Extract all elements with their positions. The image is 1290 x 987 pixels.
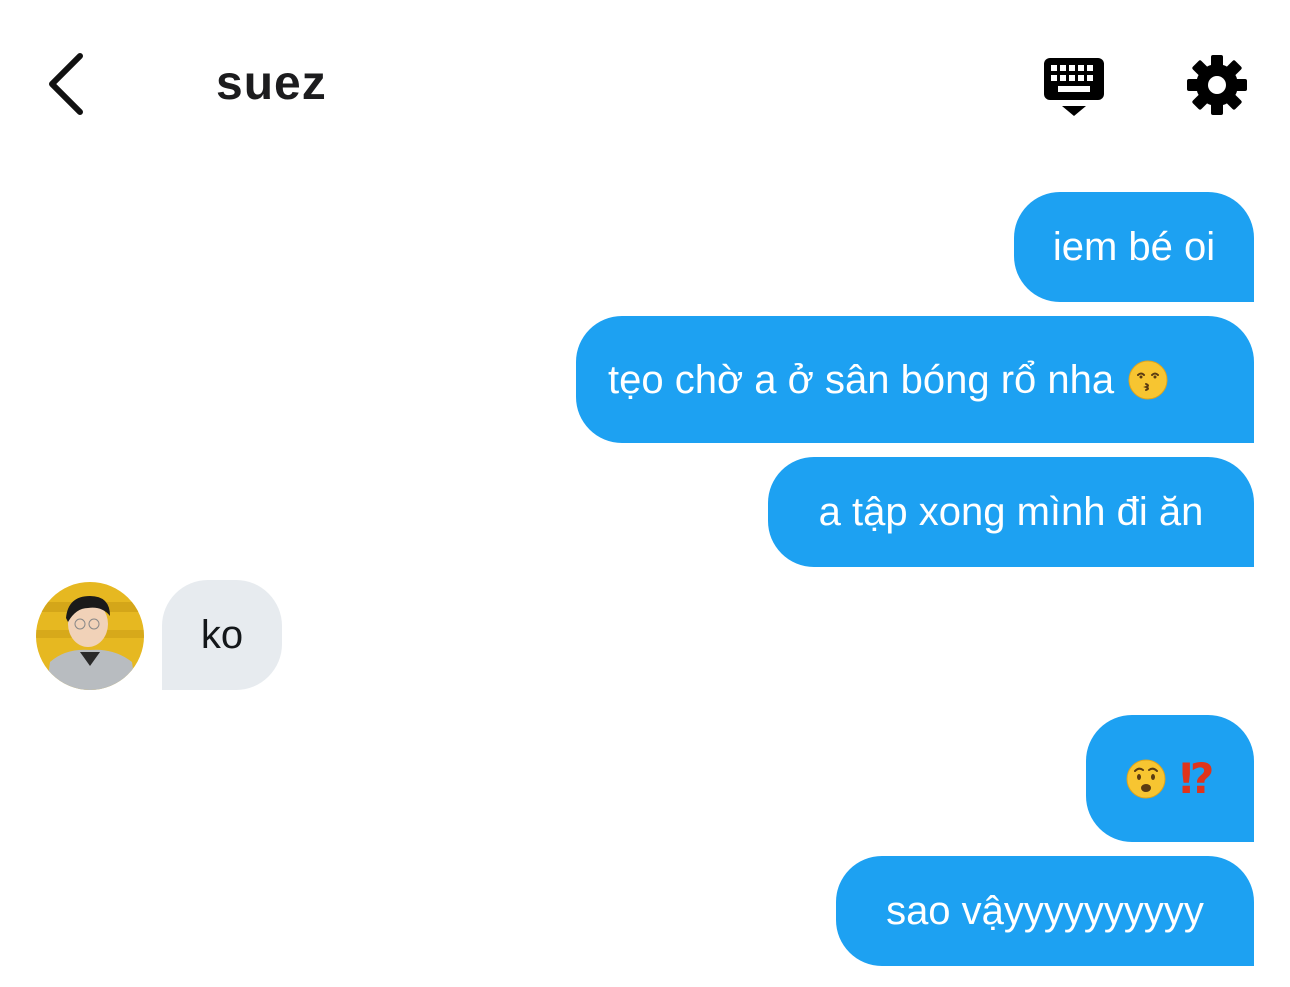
message-text: ko — [200, 613, 244, 657]
message-text: a tập xong mình đi ăn — [818, 490, 1204, 534]
keyboard-toggle-button[interactable] — [1040, 54, 1108, 120]
contact-avatar[interactable] — [36, 582, 144, 690]
settings-button[interactable] — [1186, 54, 1248, 116]
message-bubble-outgoing[interactable]: tẹo chờ a ở sân bóng rổ nha — [576, 316, 1254, 443]
avatar-photo — [36, 582, 144, 690]
chevron-left-icon — [49, 53, 83, 115]
message-text: tẹo chờ a ở sân bóng rổ nha — [608, 357, 1115, 402]
conversation-header: suez — [0, 0, 1290, 170]
gear-icon — [1187, 55, 1247, 115]
anguished-face-emoji — [1126, 759, 1166, 798]
message-bubble-outgoing[interactable]: iem bé oi — [1014, 192, 1254, 302]
message-text: iem bé oi — [1052, 225, 1216, 269]
message-bubble-outgoing[interactable]: ⁉ — [1086, 715, 1254, 842]
message-bubble-outgoing[interactable]: sao vậyyyyyyyyyy — [836, 856, 1254, 966]
interrobang-symbol: ⁉ — [1179, 753, 1215, 803]
message-bubble-incoming[interactable]: ko — [162, 580, 282, 690]
back-button[interactable] — [38, 48, 98, 120]
conversation-screen: suez iem bé oi tẹo chờ a ở sân bóng rổ n… — [0, 0, 1290, 987]
message-text: sao vậyyyyyyyyyy — [886, 889, 1204, 933]
message-bubble-outgoing[interactable]: a tập xong mình đi ăn — [768, 457, 1254, 567]
kissing-face-emoji — [1128, 360, 1168, 399]
conversation-title[interactable]: suez — [216, 56, 327, 111]
keyboard-hide-icon — [1044, 58, 1104, 116]
